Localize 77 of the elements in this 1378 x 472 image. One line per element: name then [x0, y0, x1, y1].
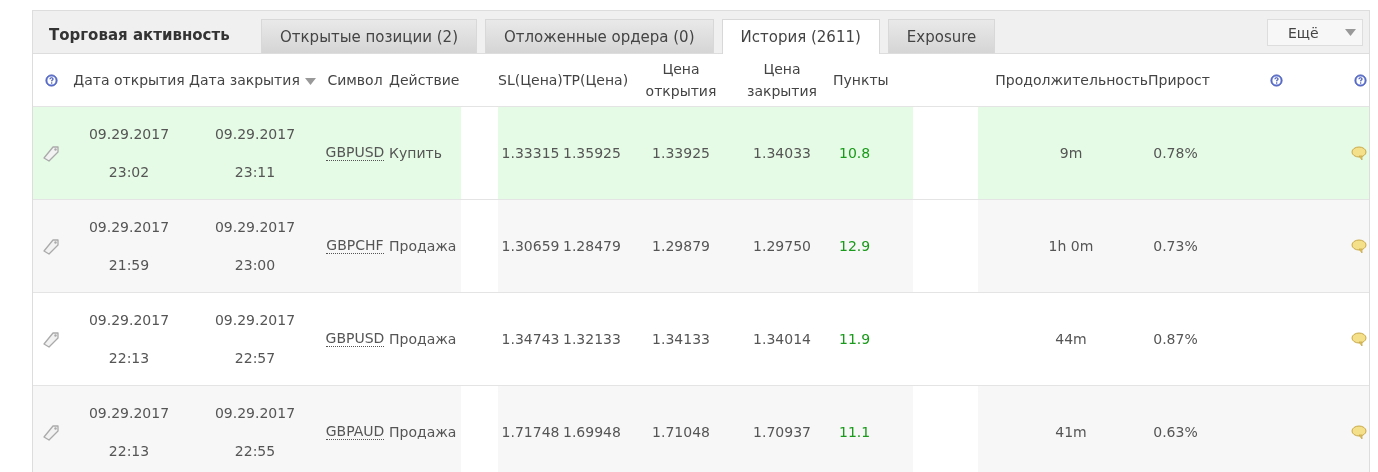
- table-cell-text: 0.87%: [1152, 330, 1199, 349]
- table-cell-text: 44m: [1054, 330, 1088, 349]
- symbol-link[interactable]: GBPUSD: [325, 144, 385, 162]
- table-row[interactable]: 09.29.2017 21:59 09.29.2017 23:00 GBPCHF Продажа 1.30659 1.28479 1.29879 1.29750 12.9 1h 0m 0.73%: [33, 200, 1369, 293]
- table-cell-text: 1.32133: [563, 330, 622, 349]
- table-cell-text: Продажа: [389, 237, 458, 256]
- column-header: Действие: [389, 70, 461, 90]
- table-cell-text: 1.70937: [752, 423, 812, 442]
- column-header: Символ: [326, 70, 384, 90]
- table-cell-text: 09.29.2017 22:57: [213, 311, 297, 368]
- column-header: SL(Цена): [498, 70, 563, 90]
- table-cell-text: 12.9: [838, 237, 872, 256]
- sort-caret-icon: [304, 77, 316, 85]
- table-cell-text: 0.73%: [1152, 237, 1199, 256]
- table-cell-text: 1.69948: [563, 423, 622, 442]
- table-cell-text: 41m: [1054, 423, 1088, 442]
- table-cell-text: 09.29.2017 22:13: [87, 311, 171, 368]
- help-icon[interactable]: [1269, 73, 1283, 87]
- column-header: Цена закрытия: [745, 59, 819, 101]
- table-cell-text: 1.33925: [651, 144, 711, 163]
- tab[interactable]: История (2611): [721, 19, 880, 54]
- column-header: TP(Цена): [563, 70, 630, 90]
- speech-bubble-icon[interactable]: [1351, 424, 1367, 440]
- tab[interactable]: Открытые позиции (2): [261, 19, 477, 53]
- table-cell-text: 1.34033: [752, 144, 812, 163]
- table-row[interactable]: 09.29.2017 22:13 09.29.2017 22:55 GBPAUD Продажа 1.71748 1.69948 1.71048 1.70937 11.1 41m 0.63%: [33, 386, 1369, 472]
- column-header: Пункты: [833, 70, 890, 90]
- table-cell-text: 9m: [1058, 144, 1084, 163]
- table-cell-text: 1.29879: [651, 237, 711, 256]
- table-cell-text: 0.63%: [1152, 423, 1199, 442]
- symbol-link[interactable]: GBPUSD: [325, 330, 385, 348]
- speech-bubble-icon[interactable]: [1351, 145, 1367, 161]
- more-dropdown[interactable]: Ещё: [1267, 19, 1363, 46]
- caret-icon: [1345, 29, 1356, 36]
- table-cell-text: 09.29.2017 23:02: [87, 125, 171, 182]
- column-header[interactable]: Дата закрытия: [189, 54, 321, 106]
- table-cell-text: 1.29750: [752, 237, 812, 256]
- column-header: Цена открытия: [644, 59, 718, 101]
- column-header: Дата открытия: [72, 70, 186, 90]
- table-cell-text: 1.33315: [500, 144, 561, 163]
- help-icon[interactable]: [1354, 73, 1367, 87]
- table-cell-text: Продажа: [389, 423, 458, 442]
- table-cell-text: 1.34743: [500, 330, 561, 349]
- panel-title: Торговая активность: [49, 26, 231, 44]
- tag-icon[interactable]: [41, 329, 61, 349]
- table-cell-text: 09.29.2017 22:13: [87, 404, 171, 461]
- table-cell-text: 09.29.2017 21:59: [87, 218, 171, 275]
- table-cell-text: Купить: [389, 144, 443, 163]
- table-cell-text: 1.35925: [563, 144, 622, 163]
- table-cell-text: 09.29.2017 23:00: [213, 218, 297, 275]
- table-cell-text: 10.8: [838, 144, 872, 163]
- tab[interactable]: Exposure: [887, 19, 996, 53]
- table-cell-text: 11.1: [838, 423, 872, 442]
- tab[interactable]: Отложенные ордера (0): [485, 19, 714, 53]
- table-cell-text: 1.71748: [500, 423, 561, 442]
- tag-icon[interactable]: [41, 422, 61, 442]
- table-cell-text: 09.29.2017 22:55: [213, 404, 297, 461]
- table-cell-text: 09.29.2017 23:11: [213, 125, 297, 182]
- symbol-link[interactable]: GBPAUD: [325, 423, 385, 441]
- column-header: Прирост: [1148, 70, 1211, 90]
- table-cell-text: 1.34014: [752, 330, 812, 349]
- table-cell-text: 11.9: [838, 330, 872, 349]
- help-icon[interactable]: [44, 73, 58, 87]
- tag-icon[interactable]: [41, 236, 61, 256]
- table-cell-text: Продажа: [389, 330, 458, 349]
- table-cell-text: 1h 0m: [1047, 237, 1095, 256]
- column-header: Продолжительность: [994, 70, 1148, 90]
- table-cell-text: 1.34133: [651, 330, 711, 349]
- table-cell-text: 1.71048: [651, 423, 711, 442]
- symbol-link[interactable]: GBPCHF: [326, 237, 384, 255]
- table-cell-text: 1.28479: [563, 237, 622, 256]
- table-cell-text: 1.30659: [500, 237, 561, 256]
- speech-bubble-icon[interactable]: [1351, 238, 1367, 254]
- tag-icon[interactable]: [41, 143, 61, 163]
- speech-bubble-icon[interactable]: [1351, 331, 1367, 347]
- table-cell-text: 0.78%: [1152, 144, 1199, 163]
- table-row[interactable]: 09.29.2017 23:02 09.29.2017 23:11 GBPUSD Купить 1.33315 1.35925 1.33925 1.34033 10.8 9m 0.78%: [33, 107, 1369, 200]
